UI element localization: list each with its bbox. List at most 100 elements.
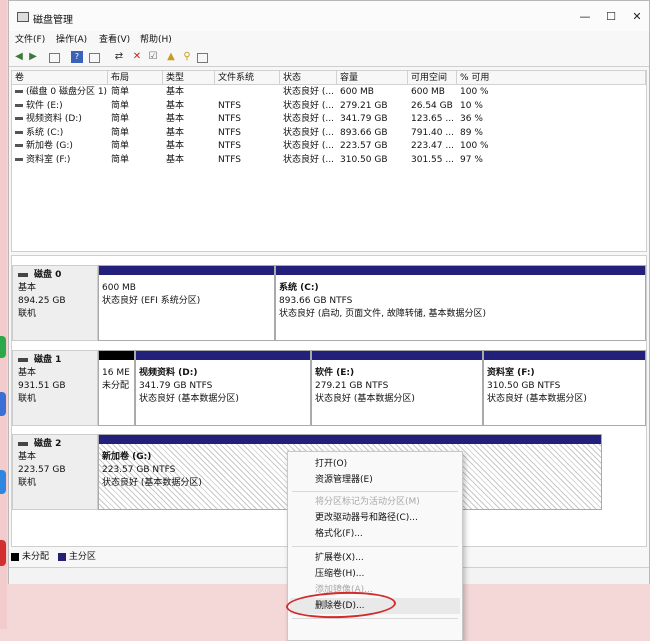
desktop-icon-green (0, 336, 6, 358)
menu-help[interactable]: 帮助(H) (140, 32, 172, 45)
table-cell: 简单 (111, 155, 130, 165)
col-free-space[interactable]: 可用空间 (408, 71, 457, 85)
disk-0-size: 894.25 GB (18, 296, 66, 306)
col-layout[interactable]: 布局 (108, 71, 163, 85)
table-cell: 状态良好 (... (283, 141, 334, 152)
volume-list: 卷 布局 类型 文件系统 状态 容量 可用空间 % 可用 (磁盘 0 磁盘分区 … (11, 70, 647, 252)
table-cell: 基本 (166, 114, 185, 125)
disk-2-label[interactable]: 磁盘 2 基本 223.57 GB 联机 (12, 434, 98, 510)
unallocated-swatch (11, 552, 19, 561)
table-cell: 791.40 ... (411, 127, 454, 138)
partition-e[interactable]: 软件 (E:) 279.21 GB NTFS 状态良好 (基本数据分区) (311, 350, 483, 426)
partition-d[interactable]: 视频资料 (D:) 341.79 GB NTFS 状态良好 (基本数据分区) (135, 350, 311, 426)
partition-status: 状态良好 (EFI 系统分区) (102, 296, 201, 306)
table-cell: 状态良好 (... (283, 127, 334, 138)
help-icon[interactable]: ? (71, 51, 83, 63)
partition-size: 893.66 GB NTFS (279, 296, 353, 306)
menu-extend-volume[interactable]: 扩展卷(X)... (315, 551, 364, 565)
table-row-volume[interactable]: (磁盘 0 磁盘分区 1) (15, 86, 107, 99)
partition-text: 600 MB 状态良好 (EFI 系统分区) (102, 282, 272, 308)
menu-format[interactable]: 格式化(F)... (315, 527, 363, 541)
col-percent-free[interactable]: % 可用 (457, 71, 646, 85)
partition-bar (276, 266, 645, 275)
table-row-volume[interactable]: 新加卷 (G:) (15, 140, 73, 153)
partition-bar (99, 266, 274, 275)
col-volume[interactable]: 卷 (12, 71, 108, 85)
partition-status: 状态良好 (基本数据分区) (487, 394, 587, 404)
partition-size: 279.21 GB NTFS (315, 381, 389, 391)
table-row-volume[interactable]: 资料室 (F:) (15, 154, 70, 167)
menu-open[interactable]: 打开(O) (315, 457, 347, 471)
partition-c[interactable]: 系统 (C:) 893.66 GB NTFS 状态良好 (启动, 页面文件, 故… (275, 265, 646, 341)
connect-icon[interactable]: ⇄ (113, 51, 125, 63)
window-title: 磁盘管理 (33, 15, 73, 26)
table-row-volume[interactable]: 视频资料 (D:) (15, 113, 82, 126)
col-capacity[interactable]: 容量 (337, 71, 408, 85)
partition-size: 600 MB (102, 283, 136, 293)
partition-status: 未分配 (102, 381, 130, 391)
disk-2-size: 223.57 GB (18, 465, 66, 475)
partition-name: 软件 (E:) (315, 368, 355, 378)
disk-0-name-row: 磁盘 0 (18, 269, 92, 282)
disk-0-name: 磁盘 0 (34, 270, 62, 280)
disk-1-label[interactable]: 磁盘 1 基本 931.51 GB 联机 (12, 350, 98, 426)
volume-name: 系统 (C:) (26, 127, 64, 138)
table-cell: 基本 (166, 155, 185, 165)
volume-icon (15, 144, 23, 148)
desktop-icon-blue (0, 392, 6, 416)
col-type[interactable]: 类型 (163, 71, 215, 85)
volume-name: 软件 (E:) (26, 100, 63, 111)
menu-shrink-volume[interactable]: 压缩卷(H)... (315, 567, 364, 581)
table-cell: NTFS (218, 141, 241, 152)
table-cell: 301.55 ... (411, 155, 454, 165)
menu-action[interactable]: 操作(A) (56, 32, 87, 45)
view-icon[interactable] (197, 53, 208, 63)
volume-icon (15, 158, 23, 161)
console-tree-icon[interactable] (49, 53, 60, 63)
legend-primary: 主分区 (68, 552, 96, 562)
properties-icon[interactable] (89, 53, 100, 63)
col-status[interactable]: 状态 (280, 71, 337, 85)
menu-explorer[interactable]: 资源管理器(E) (315, 473, 373, 487)
table-cell: NTFS (218, 100, 241, 111)
volume-icon (15, 103, 23, 107)
table-row-volume[interactable]: 系统 (C:) (15, 127, 63, 140)
table-cell: 600 MB (411, 87, 445, 97)
table-cell: 基本 (166, 87, 185, 97)
partition-unallocated[interactable]: 16 ME 未分配 (98, 350, 135, 426)
forward-icon[interactable]: ▶ (27, 51, 39, 63)
delete-icon[interactable]: ✕ (131, 51, 143, 63)
partition-efi[interactable]: 600 MB 状态良好 (EFI 系统分区) (98, 265, 275, 341)
menu-change-drive-letter[interactable]: 更改驱动器号和路径(C)... (315, 511, 418, 525)
search-icon[interactable]: ⚲ (181, 51, 193, 63)
open-folder-icon[interactable]: ▲ (165, 51, 177, 63)
legend: 未分配 主分区 (11, 550, 96, 564)
disk-1-status: 联机 (18, 394, 37, 404)
table-row-volume[interactable]: 软件 (E:) (15, 100, 63, 113)
disk-2-name-row: 磁盘 2 (18, 438, 92, 451)
menu-view[interactable]: 查看(V) (99, 32, 130, 45)
close-button[interactable]: ✕ (623, 10, 650, 24)
disk-0-label[interactable]: 磁盘 0 基本 894.25 GB 联机 (12, 265, 98, 341)
volume-icon (15, 117, 23, 121)
disk-1-size: 931.51 GB (18, 381, 66, 391)
disk-management-icon (17, 12, 29, 22)
partition-f[interactable]: 资料室 (F:) 310.50 GB NTFS 状态良好 (基本数据分区) (483, 350, 646, 426)
disk-2-status: 联机 (18, 478, 37, 488)
check-icon[interactable]: ☑ (147, 51, 159, 63)
minimize-button[interactable]: — (571, 10, 599, 24)
partition-status: 状态良好 (基本数据分区) (315, 394, 415, 404)
table-cell: 基本 (166, 127, 185, 138)
col-filesystem[interactable]: 文件系统 (215, 71, 280, 85)
menu-file[interactable]: 文件(F) (15, 32, 45, 45)
table-cell: 36 % (460, 114, 483, 125)
partition-text: 系统 (C:) 893.66 GB NTFS 状态良好 (启动, 页面文件, 故… (279, 282, 643, 321)
table-cell: 简单 (111, 87, 130, 97)
desktop-icon-blue-2 (0, 470, 6, 494)
partition-name: 视频资料 (D:) (139, 368, 198, 378)
back-icon[interactable]: ◀ (13, 51, 25, 63)
partition-name: 资料室 (F:) (487, 368, 535, 378)
maximize-button[interactable]: ☐ (597, 10, 625, 24)
menu-bar: 文件(F) 操作(A) 查看(V) 帮助(H) (9, 32, 649, 46)
table-cell: 341.79 GB (340, 114, 388, 125)
